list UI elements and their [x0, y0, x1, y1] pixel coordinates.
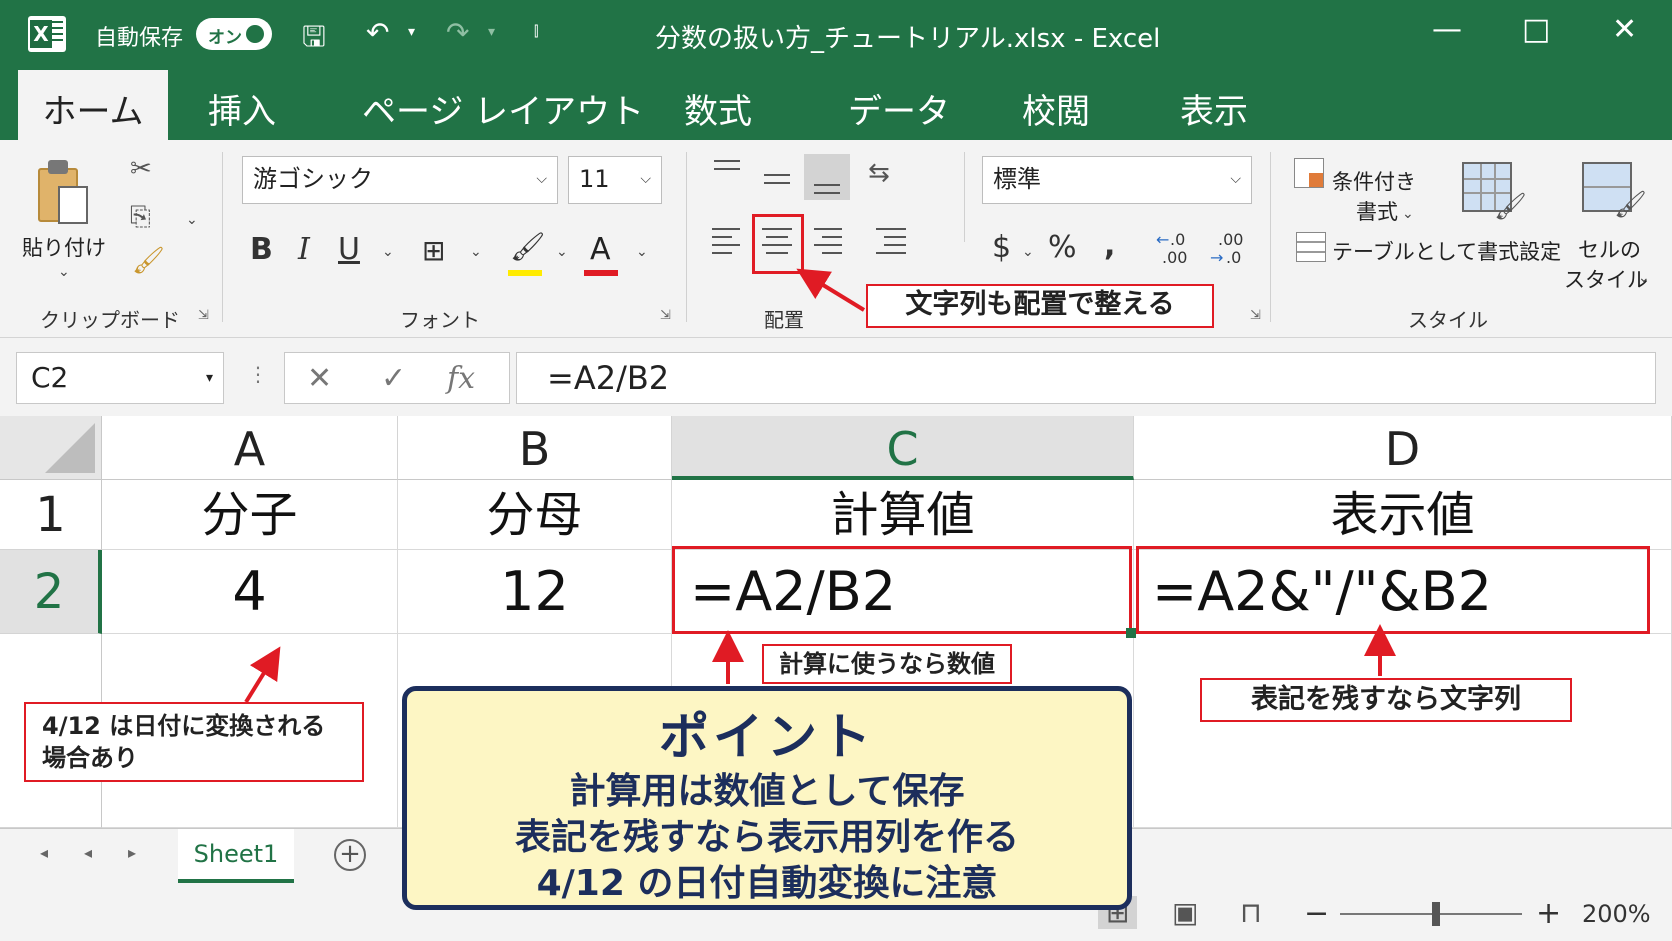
- first-sheet-icon[interactable]: ◂: [40, 843, 48, 862]
- zoom-slider-thumb[interactable]: [1432, 902, 1440, 926]
- page-layout-view-icon[interactable]: ▣: [1172, 896, 1198, 929]
- prev-sheet-icon[interactable]: ◂: [84, 843, 92, 862]
- point-summary-box: ポイント 計算用は数値として保存 表記を残すなら表示用列を作る 4/12 の日付…: [402, 686, 1132, 910]
- page-break-view-icon[interactable]: ⊓: [1240, 896, 1262, 929]
- zoom-slider[interactable]: [1340, 913, 1522, 915]
- sheet-tab-sheet1[interactable]: Sheet1: [178, 829, 294, 883]
- zoom-in-icon[interactable]: +: [1536, 896, 1561, 931]
- point-line-2: 表記を残すなら表示用列を作る: [514, 817, 1019, 858]
- alignment-arrow: [796, 268, 866, 312]
- add-sheet-icon[interactable]: +: [334, 839, 366, 871]
- point-line-3: 4/12 の日付自動変換に注意: [536, 863, 998, 904]
- point-title: ポイント: [659, 708, 875, 766]
- zoom-level[interactable]: 200%: [1582, 900, 1651, 928]
- zoom-out-icon[interactable]: −: [1304, 896, 1329, 931]
- point-line-1: 計算用は数値として保存: [569, 771, 965, 812]
- date-warning-arrow: [244, 646, 281, 704]
- next-sheet-icon[interactable]: ▸: [128, 843, 136, 862]
